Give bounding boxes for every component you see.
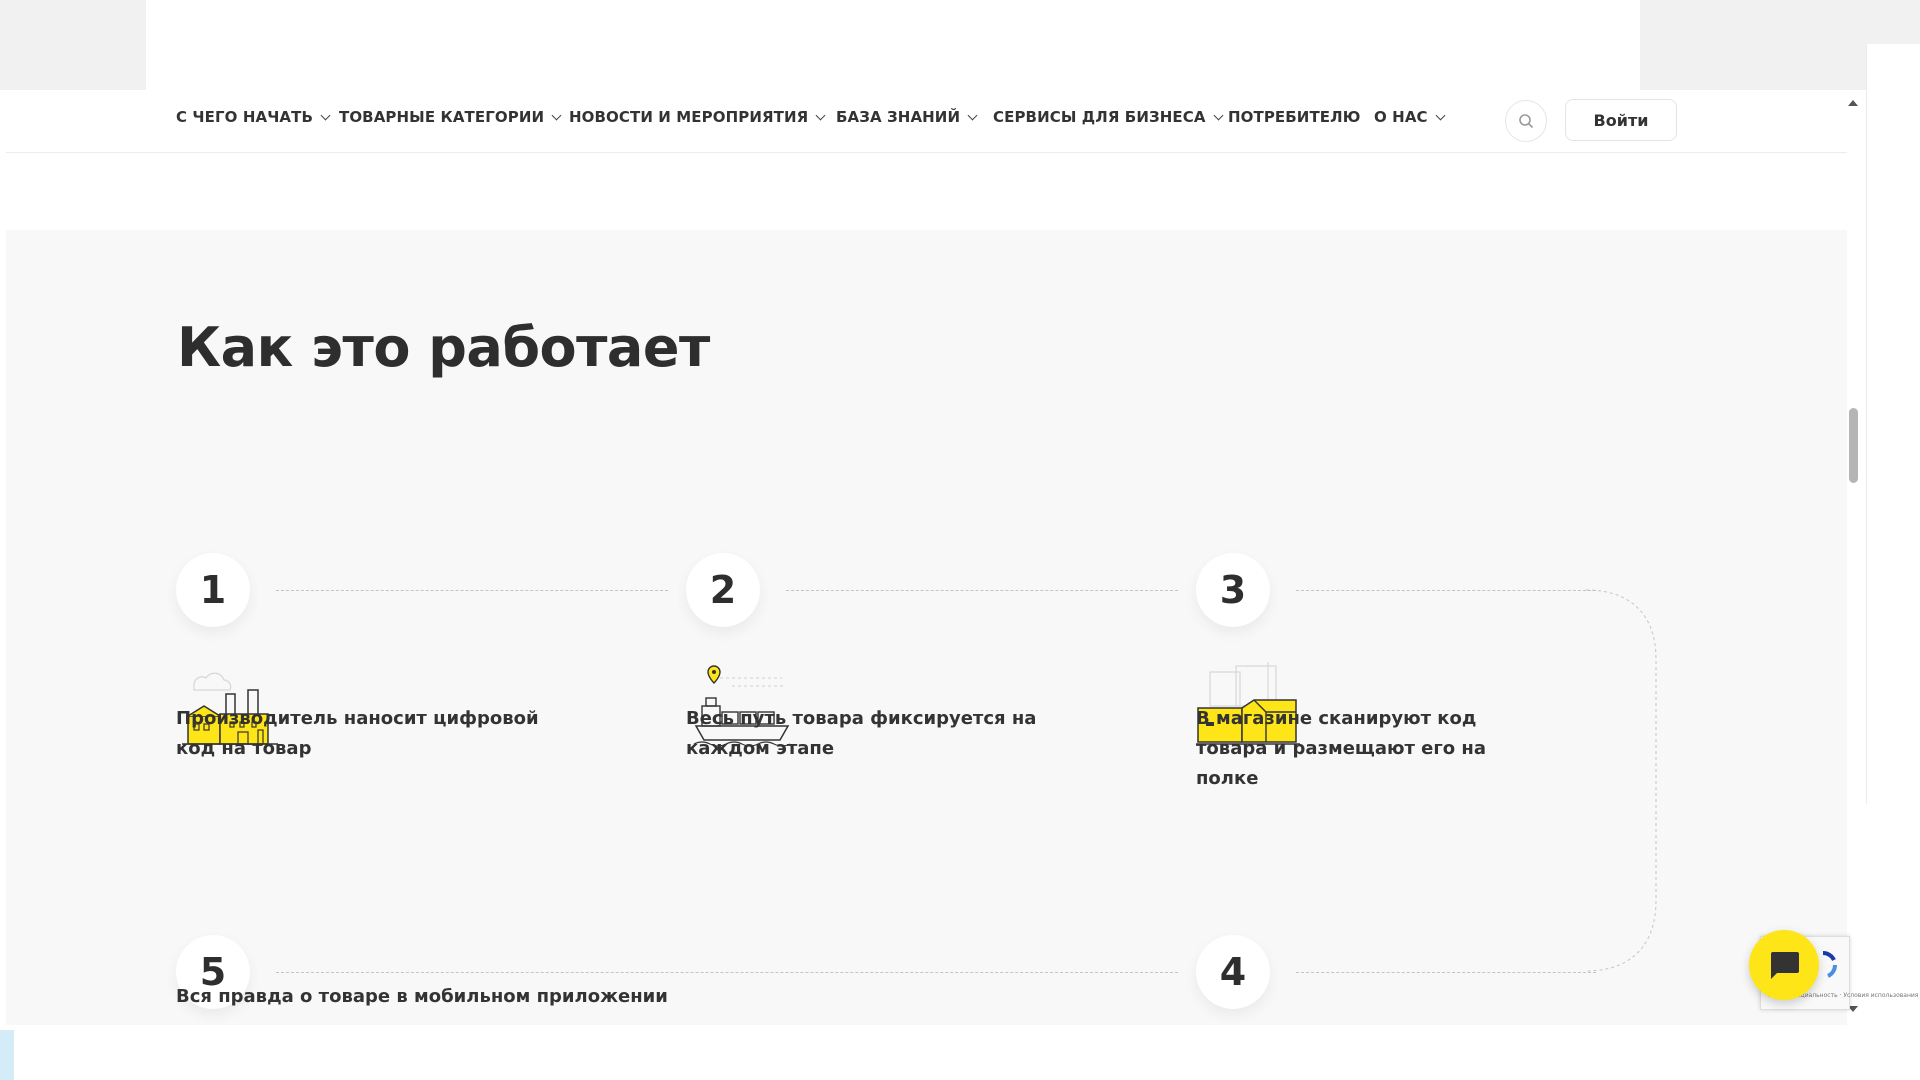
connector-line: [1296, 590, 1596, 591]
connector-line: [1296, 972, 1596, 973]
chevron-down-icon: [320, 110, 331, 120]
search-button[interactable]: [1505, 100, 1547, 142]
nav-item-label: БАЗА ЗНАНИЙ: [836, 108, 961, 126]
scroll-up-arrow-icon[interactable]: [1847, 98, 1859, 108]
nav-item-services[interactable]: СЕРВИСЫ ДЛЯ БИЗНЕСА: [993, 108, 1224, 126]
nav-item-label: С ЧЕГО НАЧАТЬ: [176, 108, 313, 126]
nav-item-start[interactable]: С ЧЕГО НАЧАТЬ: [176, 108, 331, 126]
chevron-down-icon: [815, 110, 826, 120]
step-number-1: 1: [176, 553, 250, 627]
nav-item-label: СЕРВИСЫ ДЛЯ БИЗНЕСА: [993, 108, 1206, 126]
nav-item-categories[interactable]: ТОВАРНЫЕ КАТЕГОРИИ: [339, 108, 562, 126]
step-number-2: 2: [686, 553, 760, 627]
nav-item-news[interactable]: НОВОСТИ И МЕРОПРИЯТИЯ: [569, 108, 826, 126]
step-description-5: Вся правда о товаре в мобильном приложен…: [176, 986, 668, 1007]
step-description-2: Весь путь товара фиксируется на каждом э…: [686, 708, 1037, 759]
connector-curve: [1586, 589, 1657, 972]
chevron-down-icon: [1435, 110, 1446, 120]
nav-item-label: ПОТРЕБИТЕЛЮ: [1228, 108, 1361, 126]
nav-item-knowledge[interactable]: БАЗА ЗНАНИЙ: [836, 108, 978, 126]
connector-line: [786, 590, 1178, 591]
side-panel-strip: [1866, 44, 1920, 804]
step-description-3: В магазине сканируют код товара и размещ…: [1196, 708, 1486, 789]
nav-item-label: ТОВАРНЫЕ КАТЕГОРИИ: [339, 108, 545, 126]
chevron-down-icon: [1213, 110, 1224, 120]
main-navigation: С ЧЕГО НАЧАТЬ ТОВАРНЫЕ КАТЕГОРИИ НОВОСТИ…: [6, 90, 1847, 153]
login-button[interactable]: Войти: [1565, 99, 1677, 141]
section-title: Как это работает: [177, 316, 710, 379]
connector-line: [276, 590, 668, 591]
chat-button[interactable]: [1749, 930, 1819, 1000]
step-number-4: 4: [1196, 935, 1270, 1009]
connector-line: [276, 972, 1178, 973]
nav-item-label: НОВОСТИ И МЕРОПРИЯТИЯ: [569, 108, 809, 126]
browser-bottom-area: [0, 1025, 1920, 1080]
page-viewport: С ЧЕГО НАЧАТЬ ТОВАРНЫЕ КАТЕГОРИИ НОВОСТИ…: [6, 90, 1847, 1025]
chevron-down-icon: [967, 110, 978, 120]
scrollbar-thumb[interactable]: [1849, 408, 1858, 483]
step-description-1: Производитель наносит цифровой код на то…: [176, 708, 539, 759]
nav-item-label: О НАС: [1374, 108, 1428, 126]
how-it-works-section: Как это работает 1 2 3 5 4 Производитель…: [6, 230, 1847, 1025]
header-top-area: [146, 0, 1640, 90]
search-icon: [1519, 114, 1533, 128]
step-number-3: 3: [1196, 553, 1270, 627]
chat-icon: [1771, 952, 1799, 979]
nav-item-consumer[interactable]: ПОТРЕБИТЕЛЮ: [1228, 108, 1360, 126]
bottom-left-tab: [0, 1030, 14, 1080]
browser-background-left: [0, 0, 146, 90]
chevron-down-icon: [551, 110, 562, 120]
nav-item-about[interactable]: О НАС: [1374, 108, 1446, 126]
